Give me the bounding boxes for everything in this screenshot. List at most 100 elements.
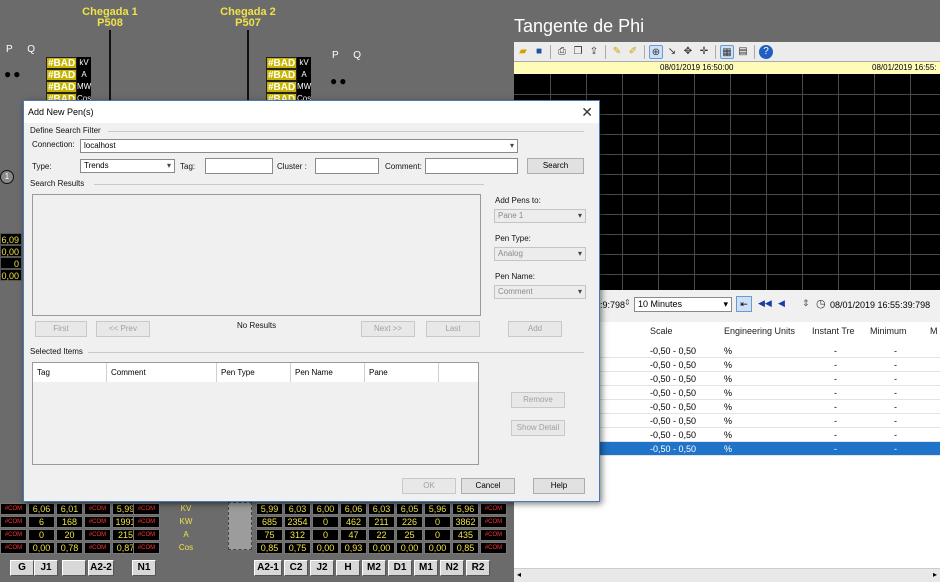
pan-icon[interactable]: ✥	[681, 45, 695, 59]
comment-input[interactable]	[425, 158, 518, 174]
ok-button[interactable]: OK	[402, 478, 456, 494]
bad-value: #BAD	[266, 57, 297, 69]
measure-cell: 0,78	[56, 542, 83, 554]
feeder-button[interactable]: C2	[284, 560, 308, 576]
pen-eu-cell: %	[724, 402, 733, 412]
fit-width-icon[interactable]: ⇤	[736, 296, 752, 312]
time-label: 08/01/2019 16:50:00	[660, 63, 734, 72]
measure-cell: 22	[368, 529, 395, 541]
zoom-icon[interactable]: ↘	[665, 45, 679, 59]
time-spinner-icon[interactable]: ⇕	[624, 298, 631, 307]
pen-scale-cell: -0,50 - 0,50	[650, 346, 697, 356]
cell-row: #COM 6 168 #COM 1991	[0, 516, 139, 528]
export-icon[interactable]: ⇪	[587, 45, 601, 59]
layout-icon[interactable]: ▤	[736, 45, 750, 59]
show-detail-button[interactable]: Show Detail	[511, 420, 565, 436]
column-header-pen-type[interactable]: Pen Type	[217, 363, 291, 382]
add-pens-to-select[interactable]: Pane 1 ▾	[494, 209, 586, 223]
next-button[interactable]: Next >>	[361, 321, 415, 337]
remove-button[interactable]: Remove	[511, 392, 565, 408]
feeder-button[interactable]: H	[336, 560, 360, 576]
feeder-button[interactable]: N2	[440, 560, 464, 576]
no-results-text: No Results	[237, 321, 277, 330]
column-header-pane[interactable]: Pane	[365, 363, 439, 382]
pen-inst-cell: -	[834, 402, 837, 412]
help-button[interactable]: Help	[533, 478, 585, 494]
last-button[interactable]: Last	[426, 321, 480, 337]
span-select[interactable]: 10 Minutes ▾	[634, 297, 732, 312]
measure-cell: 2354	[284, 516, 311, 528]
column-header-pen-name[interactable]: Pen Name	[291, 363, 365, 382]
feeder-button[interactable]: R2	[466, 560, 490, 576]
feeder-button[interactable]: M1	[414, 560, 438, 576]
pen-icon[interactable]: ✐	[626, 45, 640, 59]
first-button[interactable]: First	[35, 321, 87, 337]
print-icon[interactable]: ⎙	[555, 45, 569, 59]
clock-icon[interactable]: ◷	[816, 297, 826, 310]
grid-header-minimum[interactable]: Minimum	[870, 326, 907, 336]
feeder-button[interactable]: A2-2	[88, 560, 114, 576]
selected-items-table[interactable]: Tag Comment Pen Type Pen Name Pane	[32, 362, 479, 465]
add-button[interactable]: Add	[508, 321, 562, 337]
search-results-list[interactable]	[32, 194, 481, 316]
feeder-button[interactable]: A2-1	[254, 560, 282, 576]
scroll-left-icon[interactable]: ◂	[517, 570, 521, 579]
close-icon[interactable]: ✕	[581, 103, 593, 121]
feeder-button[interactable]: D1	[388, 560, 412, 576]
grid-header-eu[interactable]: Engineering Units	[724, 326, 795, 336]
measure-cell: 5,99	[256, 503, 283, 515]
measure-cell: 211	[368, 516, 395, 528]
grid-header-scale[interactable]: Scale	[650, 326, 673, 336]
step-back-icon[interactable]: ◀	[778, 298, 785, 309]
pen-type-select[interactable]: Analog ▾	[494, 247, 586, 261]
connection-select[interactable]: localhost ▾	[80, 139, 518, 153]
grid-header-instant[interactable]: Instant Tre	[812, 326, 855, 336]
grid-icon[interactable]: ▦	[720, 44, 734, 59]
transformer-box	[228, 502, 252, 550]
search-button[interactable]: Search	[527, 158, 584, 174]
column-header-comment[interactable]: Comment	[107, 363, 217, 382]
feeder-button[interactable]: J1	[34, 560, 58, 576]
feeder-button[interactable]: J2	[310, 560, 334, 576]
crosshair-icon[interactable]: ✛	[697, 45, 711, 59]
plot-gridline	[838, 74, 839, 290]
cluster-input[interactable]	[315, 158, 379, 174]
scroll-right-icon[interactable]: ▸	[933, 570, 937, 579]
feeder-button[interactable]: G	[10, 560, 34, 576]
incoming-2-code: P507	[235, 17, 261, 29]
open-folder-icon[interactable]: ▰	[516, 45, 530, 59]
cell-row: #COM 0,00 0,78 #COM 0,87	[0, 542, 139, 554]
chevron-down-icon: ▾	[723, 299, 728, 309]
pen-name-select[interactable]: Comment ▾	[494, 285, 586, 299]
feeder-button[interactable]: N1	[132, 560, 156, 576]
rewind-icon[interactable]: ◀◀	[758, 298, 772, 309]
prev-button[interactable]: << Prev	[96, 321, 150, 337]
column-header-tag[interactable]: Tag	[33, 363, 107, 382]
save-icon[interactable]: ■	[532, 45, 546, 59]
measure-cell: 6	[28, 516, 55, 528]
measure-cell: 0	[312, 516, 339, 528]
chevron-down-icon: ▾	[577, 287, 582, 296]
help-icon[interactable]: ?	[759, 44, 773, 59]
pen-eu-cell: %	[724, 444, 733, 454]
horizontal-scrollbar[interactable]: ◂ ▸	[514, 568, 940, 582]
cell-row: 5,99 6,03 6,00 6,06 6,03 6,05 5,96 5,96 #COM	[256, 503, 507, 515]
type-select[interactable]: Trends ▾	[80, 159, 175, 173]
grid-header-more[interactable]: M	[930, 326, 938, 336]
feeder-button[interactable]	[62, 560, 86, 576]
cancel-button[interactable]: Cancel	[461, 478, 515, 494]
plot-gridline	[874, 74, 875, 290]
feeder-button[interactable]: M2	[362, 560, 386, 576]
status-dots: ●●	[330, 74, 349, 88]
time-spinner-icon[interactable]: ⇕	[802, 298, 810, 309]
copy-icon[interactable]: ❐	[571, 45, 585, 59]
cell-row: #COM 0 20 #COM 215	[0, 529, 139, 541]
wand-icon[interactable]: ✎	[610, 45, 624, 59]
end-time: 08/01/2019 16:55:39:798	[830, 300, 931, 310]
cursor-icon[interactable]: ⊕	[649, 44, 663, 59]
tag-input[interactable]	[205, 158, 273, 174]
cell-row: 0,85 0,75 0,00 0,93 0,00 0,00 0,00 0,85 #COM	[256, 542, 507, 554]
pen-inst-cell: -	[834, 430, 837, 440]
measure-cell: #COM	[480, 516, 507, 528]
mid-unit-label: KW	[179, 517, 193, 526]
